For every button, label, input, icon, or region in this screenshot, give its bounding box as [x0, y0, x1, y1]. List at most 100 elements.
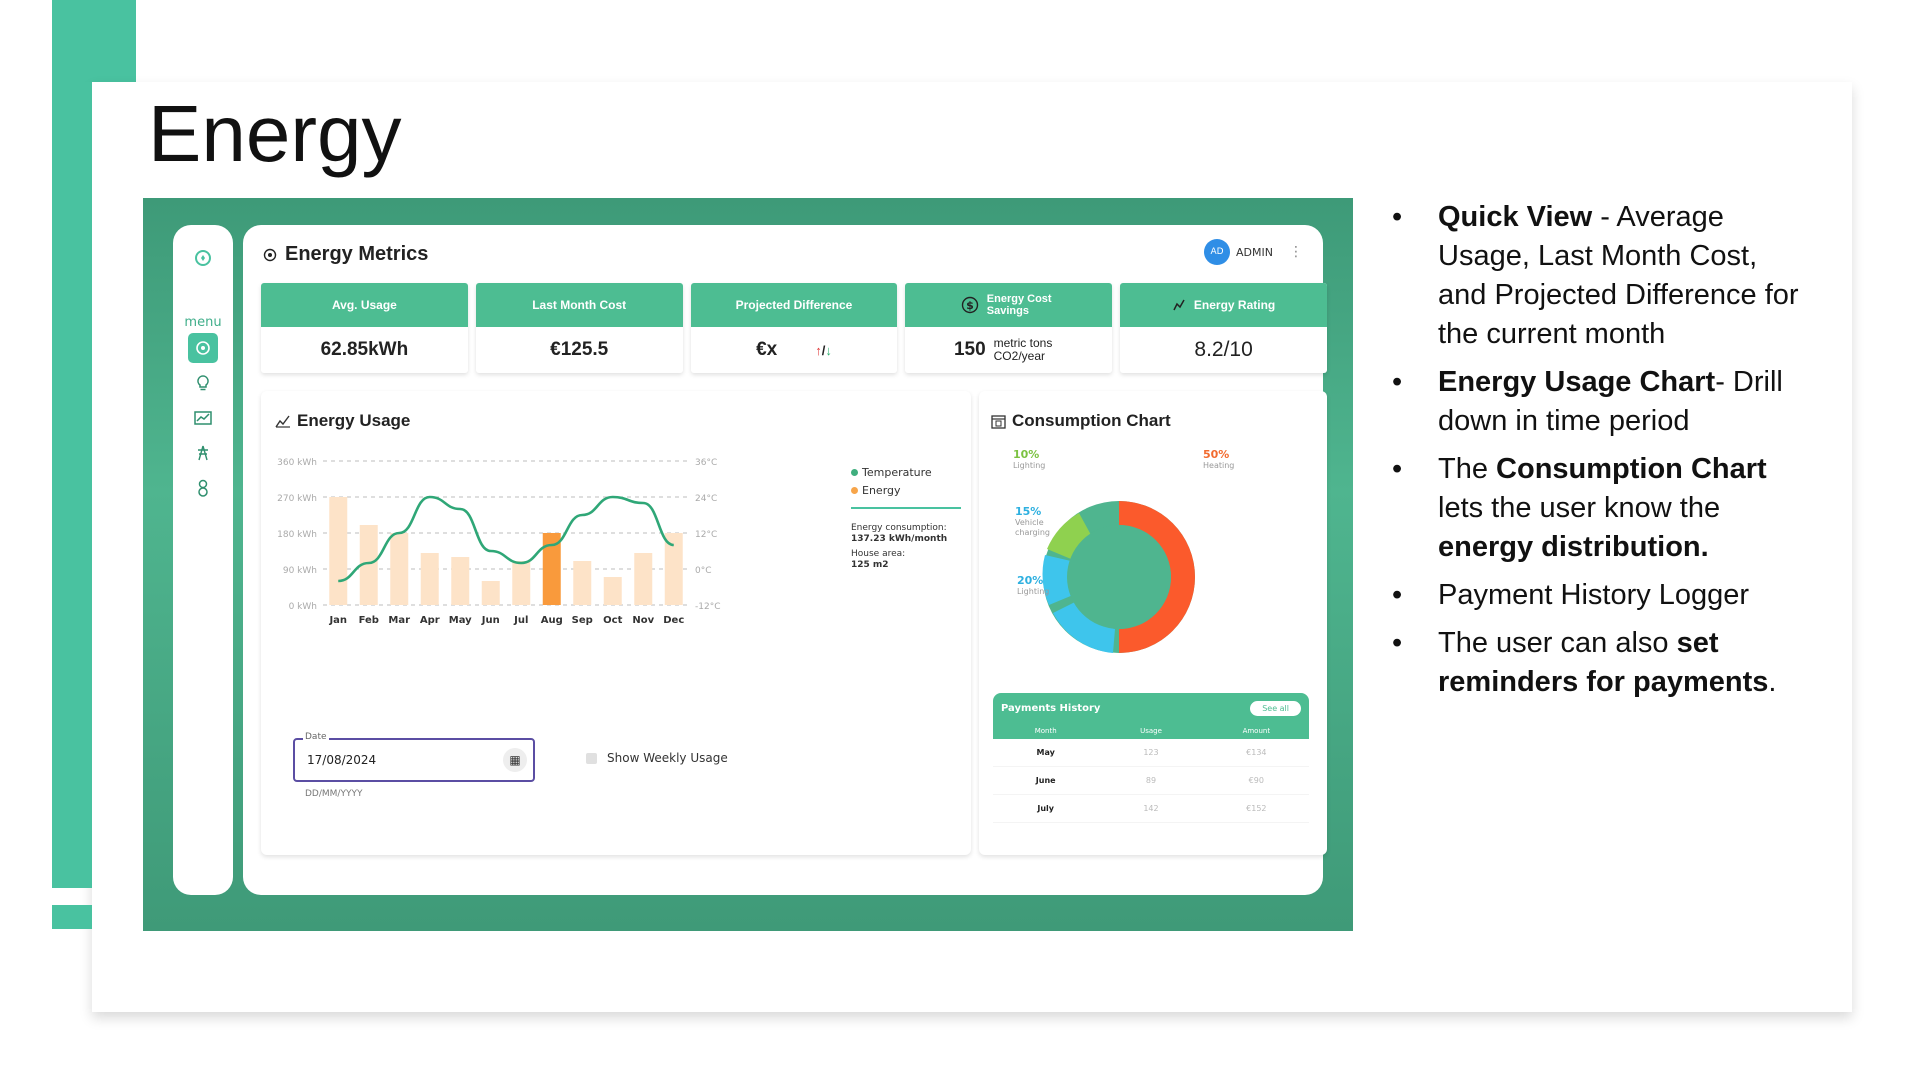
user-menu[interactable]: AD ADMIN ⋮ [1204, 239, 1303, 265]
sidebar-item-ideas[interactable] [188, 368, 218, 398]
metric-label: Avg. Usage [261, 283, 468, 327]
bar-oct[interactable] [603, 577, 622, 605]
y-tick-left: 360 kWh [277, 458, 317, 468]
lightbulb-icon [197, 375, 209, 391]
metric-value: 150 [953, 339, 986, 360]
payments-columns: Month Usage Amount [993, 723, 1309, 739]
date-picker[interactable]: Date 17/08/2024 ▦ [293, 732, 535, 782]
y-tick-left: 0 kWh [289, 602, 317, 612]
logo-icon[interactable] [188, 243, 218, 273]
metric-value: 8.2/10 [1194, 338, 1253, 361]
slice-label-vehicle: 15% Vehicle charging [1015, 505, 1050, 538]
metric-projected-difference[interactable]: Projected Difference €x ↑/↓ [690, 283, 898, 373]
bullet-item: Energy Usage Chart- Drill down in time p… [1392, 363, 1812, 441]
bullet-text: The [1438, 453, 1497, 485]
donut-hole [1067, 525, 1171, 629]
main-panel: Energy Metrics AD ADMIN ⋮ Avg. Usage 62.… [243, 225, 1327, 895]
y-tick-right: -12°C [695, 602, 720, 612]
metric-header: $ Energy Cost Savings [905, 283, 1113, 327]
payments-history: Payments History See all Month Usage Amo… [993, 693, 1309, 823]
note-label: House area: [851, 549, 906, 559]
quick-view: Avg. Usage 62.85kWh Last Month Cost €125… [261, 283, 1327, 373]
legend-dot [851, 469, 858, 476]
weekly-usage-label: Show Weekly Usage [607, 751, 728, 765]
bar-jun[interactable] [481, 581, 500, 605]
slice-label-lighting-top: 10% Lighting [1013, 448, 1046, 471]
y-tick-right: 24°C [695, 494, 717, 504]
usage-chart-icon [275, 415, 290, 428]
date-input[interactable]: 17/08/2024 [307, 753, 376, 767]
note-value: 137.23 kWh/month [851, 534, 948, 544]
consumption-donut[interactable] [979, 441, 1327, 681]
energy-consumption-note: Energy consumption: 137.23 kWh/month [851, 523, 961, 545]
metric-label: Projected Difference [690, 283, 898, 327]
metric-label: Energy Rating [1193, 298, 1276, 312]
bullet-item: Quick View - Average Usage, Last Month C… [1392, 198, 1812, 354]
metric-value: €x [756, 339, 778, 360]
calendar-icon[interactable]: ▦ [503, 748, 527, 772]
energy-metrics-icon [263, 248, 277, 261]
bullet-bold-text: Consumption Chart [1496, 453, 1767, 485]
x-tick-label: Jul [513, 615, 528, 626]
slice-label-heating: 50% Heating [1203, 448, 1235, 471]
consumption-title: Consumption Chart [1012, 411, 1171, 430]
legend-label: Energy [862, 484, 901, 497]
sidebar-item-analytics[interactable] [188, 403, 218, 433]
weekly-usage-toggle[interactable]: Show Weekly Usage [586, 751, 728, 765]
bar-sep[interactable] [573, 561, 592, 605]
svg-text:$: $ [966, 299, 974, 312]
metric-energy-cost-savings[interactable]: $ Energy Cost Savings 150 metric tons CO… [905, 283, 1113, 373]
x-tick-label: Jun [481, 615, 500, 626]
accent-bar [52, 82, 92, 888]
x-tick-label: Dec [663, 615, 684, 626]
avatar[interactable]: AD [1204, 239, 1231, 265]
dollar-icon: $ [961, 296, 978, 314]
see-all-button[interactable]: See all [1250, 700, 1301, 716]
metric-header: Energy Rating [1120, 283, 1327, 327]
legend-item-energy[interactable]: Energy [851, 484, 961, 497]
x-tick-label: Sep [572, 615, 593, 626]
metric-value-row: €x ↑/↓ [691, 327, 898, 373]
energy-usage-chart[interactable]: 360 kWh 270 kWh 180 kWh 90 kWh 0 kWh 36°C 24°C… [269, 453, 849, 663]
metric-last-month-cost[interactable]: Last Month Cost €125.5 [475, 283, 683, 373]
page-header: Energy Metrics [263, 243, 428, 266]
bullet-item: The user can also set reminders for paym… [1392, 624, 1812, 702]
energy-usage-card: Energy Usage 360 kWh 270 kWh 180 kWh 90 kWh… [261, 391, 971, 855]
sidebar-item-energy[interactable] [188, 333, 218, 363]
bar-jul[interactable] [512, 561, 531, 605]
arrow-down-icon: ↓ [825, 342, 832, 358]
note-value: 125 m2 [851, 560, 889, 570]
legend-item-temperature[interactable]: Temperature [851, 466, 961, 479]
x-tick-label: Nov [632, 615, 654, 626]
bar-mar[interactable] [390, 533, 409, 605]
metric-avg-usage[interactable]: Avg. Usage 62.85kWh [261, 283, 468, 373]
table-row[interactable]: July 142 €152 [993, 795, 1309, 823]
table-row[interactable]: May 123 €134 [993, 739, 1309, 767]
bar-jan[interactable] [329, 497, 348, 605]
energy-usage-header: Energy Usage [275, 411, 410, 431]
legend-label: Temperature [862, 466, 932, 479]
page-title: Energy Metrics [285, 243, 429, 265]
bar-apr[interactable] [420, 553, 439, 605]
feature-bullets: Quick View - Average Usage, Last Month C… [1392, 198, 1812, 711]
bar-may[interactable] [451, 557, 470, 605]
sidebar-item-profile[interactable] [188, 473, 218, 503]
temperature-line[interactable] [338, 495, 675, 583]
more-options-icon[interactable]: ⋮ [1289, 244, 1303, 260]
table-row[interactable]: June 89 €90 [993, 767, 1309, 795]
x-tick-label: Aug [541, 615, 563, 626]
metric-energy-rating[interactable]: Energy Rating 8.2/10 [1120, 283, 1327, 373]
slice-label-lighting: 20% Lighting [1017, 574, 1050, 597]
column-month: Month [1034, 727, 1057, 735]
sidebar-item-grid[interactable] [188, 438, 218, 468]
bar-nov[interactable] [634, 553, 653, 605]
weekly-usage-checkbox[interactable] [586, 752, 597, 764]
y-tick-left: 90 kWh [283, 566, 317, 576]
payments-header: Payments History See all [993, 693, 1309, 723]
payments-title: Payments History [1001, 702, 1101, 714]
metric-label: Energy Cost Savings [986, 293, 1052, 317]
bullet-bold-text: Quick View [1438, 201, 1593, 233]
chart-legend: Temperature Energy Energy consumption: 13… [851, 466, 961, 575]
x-tick-label: Apr [420, 615, 440, 626]
calendar-chart-icon [991, 414, 1006, 429]
